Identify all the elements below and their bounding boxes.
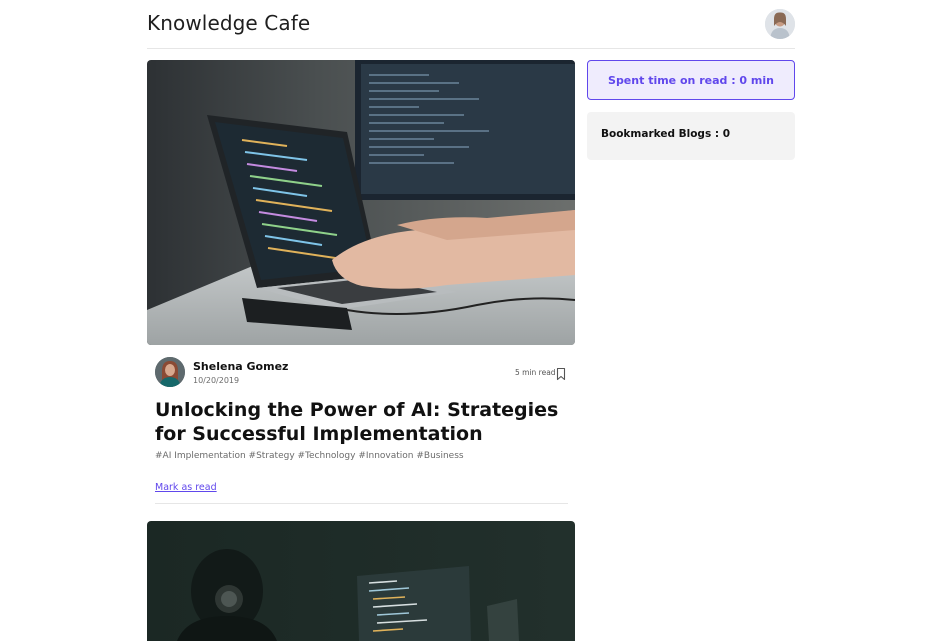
author-avatar <box>155 357 185 387</box>
bookmark-icon[interactable] <box>555 366 567 381</box>
post-title[interactable]: Unlocking the Power of AI: Strategies fo… <box>155 398 565 446</box>
author-name: Shelena Gomez <box>193 360 289 373</box>
user-avatar-image <box>765 9 795 39</box>
author-photo <box>155 357 185 387</box>
site-header: Knowledge Cafe <box>147 0 795 49</box>
post-cover-image-2 <box>147 521 575 641</box>
spent-time-box: Spent time on read : 0 min <box>587 60 795 100</box>
mark-as-read-link[interactable]: Mark as read <box>155 482 217 493</box>
site-title: Knowledge Cafe <box>147 11 311 35</box>
post-date: 10/20/2019 <box>193 376 240 385</box>
post-tags: #AI Implementation #Strategy #Technology… <box>155 451 464 461</box>
read-time: 5 min read <box>515 368 556 377</box>
user-avatar[interactable] <box>765 9 795 39</box>
laptop-coding-image <box>147 60 575 345</box>
spent-time-text: Spent time on read : 0 min <box>608 73 774 87</box>
post-cover-image <box>147 60 575 345</box>
bookmark-icon-svg <box>556 367 566 381</box>
dark-developer-image <box>147 521 575 641</box>
bookmarked-blogs-title: Bookmarked Blogs : 0 <box>601 128 731 140</box>
bookmarked-blogs-panel: Bookmarked Blogs : 0 <box>587 112 795 160</box>
card-divider <box>155 503 568 504</box>
